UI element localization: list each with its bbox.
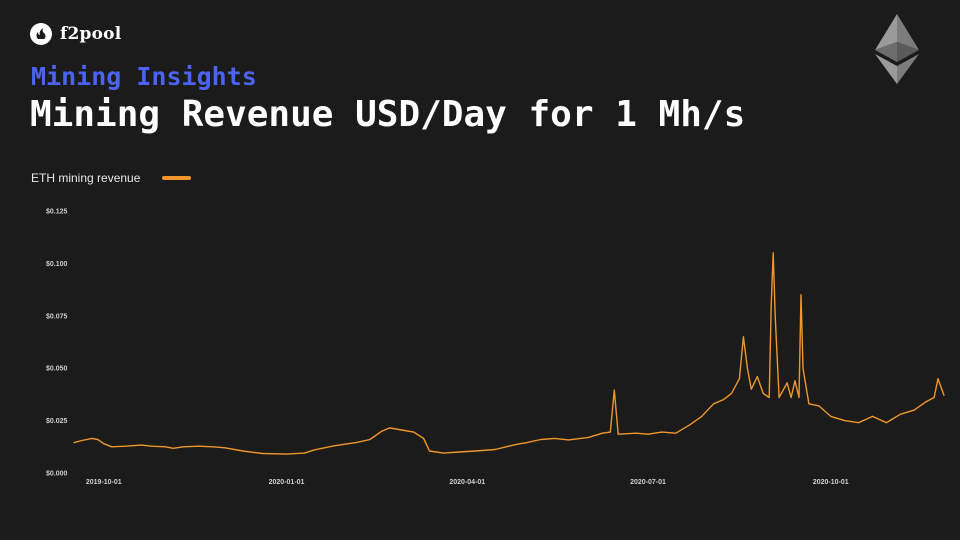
data-point bbox=[442, 452, 445, 454]
data-point bbox=[262, 452, 264, 455]
data-point bbox=[224, 447, 226, 449]
data-point bbox=[675, 432, 677, 434]
data-point bbox=[97, 438, 99, 441]
data-point bbox=[428, 450, 431, 452]
data-point bbox=[943, 394, 945, 396]
data-point bbox=[242, 450, 244, 452]
data-point bbox=[381, 430, 383, 432]
data-point bbox=[768, 396, 770, 399]
data-point bbox=[111, 446, 113, 448]
series-line bbox=[73, 252, 945, 455]
y-tick-label: $0.125 bbox=[46, 209, 68, 216]
data-point bbox=[91, 437, 93, 439]
data-point bbox=[858, 422, 860, 424]
data-point bbox=[182, 446, 184, 448]
data-point bbox=[750, 388, 752, 390]
data-point bbox=[635, 432, 637, 434]
data-point bbox=[609, 431, 611, 433]
data-point bbox=[925, 401, 927, 403]
x-tick-label: 2020-10-01 bbox=[813, 479, 849, 486]
data-point bbox=[150, 445, 153, 447]
data-point bbox=[198, 445, 200, 447]
data-point bbox=[778, 396, 780, 399]
data-point bbox=[871, 415, 874, 417]
x-tick-label: 2020-04-01 bbox=[449, 479, 485, 486]
data-point bbox=[140, 444, 143, 446]
data-point bbox=[772, 252, 774, 254]
data-point bbox=[937, 378, 939, 380]
data-point bbox=[285, 453, 288, 455]
data-point bbox=[333, 445, 335, 447]
x-tick-label: 2019-10-01 bbox=[86, 479, 122, 486]
data-point bbox=[774, 315, 776, 317]
data-point bbox=[103, 443, 105, 445]
data-point bbox=[762, 392, 764, 394]
data-point bbox=[413, 431, 415, 433]
data-point bbox=[742, 336, 745, 338]
data-point bbox=[933, 396, 935, 399]
data-point bbox=[401, 429, 403, 431]
chart-series bbox=[73, 252, 945, 455]
data-point bbox=[808, 403, 810, 405]
data-point bbox=[802, 367, 804, 369]
data-point bbox=[830, 415, 832, 417]
data-point bbox=[800, 294, 802, 296]
y-tick-label: $0.025 bbox=[46, 418, 68, 425]
data-point bbox=[601, 432, 604, 434]
data-point bbox=[313, 449, 315, 451]
data-point bbox=[913, 409, 915, 411]
data-point bbox=[355, 442, 357, 444]
data-point bbox=[786, 382, 788, 384]
y-tick-label: $0.100 bbox=[46, 261, 68, 268]
data-point bbox=[568, 439, 570, 441]
data-point bbox=[689, 424, 691, 426]
x-tick-label: 2020-01-01 bbox=[269, 479, 305, 486]
y-axis-ticks: $0.000 $0.025 $0.050 $0.075 $0.100 $0.125 bbox=[46, 209, 68, 478]
data-point bbox=[756, 376, 758, 378]
data-point bbox=[423, 437, 425, 439]
data-point bbox=[172, 447, 174, 449]
data-point bbox=[554, 437, 556, 439]
data-point bbox=[164, 446, 166, 448]
data-point bbox=[798, 396, 800, 399]
data-point bbox=[701, 415, 703, 417]
data-point bbox=[494, 448, 496, 451]
x-axis-ticks: 2019-10-01 2020-01-01 2020-04-01 2020-07-01… bbox=[86, 479, 849, 486]
data-point bbox=[125, 445, 127, 447]
data-point bbox=[587, 436, 590, 438]
x-tick-label: 2020-07-01 bbox=[630, 479, 666, 486]
data-point bbox=[389, 427, 391, 429]
data-point bbox=[661, 431, 663, 433]
data-point bbox=[818, 405, 820, 407]
data-point bbox=[526, 442, 528, 444]
data-point bbox=[794, 380, 796, 382]
data-point bbox=[540, 438, 542, 441]
data-point bbox=[369, 438, 371, 441]
data-point bbox=[617, 433, 619, 435]
data-point bbox=[770, 304, 772, 306]
data-point bbox=[303, 452, 305, 454]
data-point bbox=[514, 444, 516, 446]
y-tick-label: $0.050 bbox=[46, 366, 68, 373]
y-tick-label: $0.075 bbox=[46, 313, 68, 320]
data-point bbox=[746, 367, 749, 369]
data-point bbox=[844, 420, 846, 422]
data-point bbox=[73, 442, 75, 444]
revenue-chart: $0.000 $0.025 $0.050 $0.075 $0.100 $0.125 201… bbox=[46, 209, 945, 486]
y-tick-label: $0.000 bbox=[46, 471, 68, 478]
data-point bbox=[885, 422, 888, 424]
data-point bbox=[474, 450, 476, 452]
data-point bbox=[81, 439, 83, 442]
data-point bbox=[738, 378, 741, 380]
data-point bbox=[722, 399, 725, 401]
data-point bbox=[790, 396, 792, 399]
data-point bbox=[212, 446, 214, 448]
data-point bbox=[613, 389, 615, 391]
data-point bbox=[647, 433, 649, 435]
data-point bbox=[713, 403, 715, 405]
data-point bbox=[730, 392, 733, 394]
data-point bbox=[458, 451, 460, 453]
data-point bbox=[899, 413, 901, 415]
